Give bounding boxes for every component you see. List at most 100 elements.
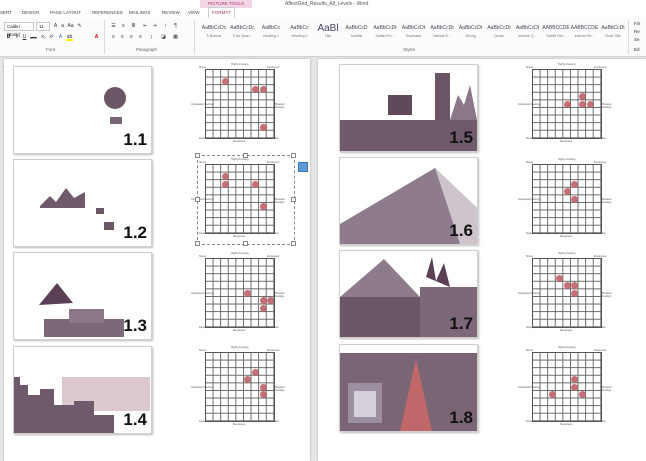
style-tile[interactable]: AaBbCcDt Subtle Em... [370, 21, 400, 45]
underline-button[interactable]: U [21, 34, 28, 41]
bold-button[interactable]: B [5, 34, 12, 41]
style-name: Quote [494, 34, 504, 38]
highlight-icon[interactable]: ab [66, 34, 73, 41]
tab-mailings[interactable]: MAILINGS [129, 8, 151, 18]
resize-handle[interactable] [291, 241, 296, 246]
level-screenshot[interactable]: 1.3 [13, 252, 152, 340]
style-sample: AaBbCcDc [201, 25, 227, 31]
decrease-indent-icon[interactable]: ⇤ [142, 23, 149, 30]
select-command[interactable]: Se [634, 37, 640, 42]
affect-grid[interactable]: Highly Arousing Sleepiness Unpleasant Feel… [518, 346, 612, 426]
shading-icon[interactable]: ◪ [160, 34, 167, 41]
affect-grid[interactable]: Highly Arousing Sleepiness Unpleasant Feel… [191, 63, 285, 143]
italic-button[interactable]: I [13, 34, 20, 41]
resize-handle[interactable] [195, 241, 200, 246]
tab-view[interactable]: VIEW [188, 8, 200, 18]
style-tile[interactable]: AaBbCcDt Intense E... [427, 21, 457, 45]
change-case-icon[interactable]: Aa [67, 23, 74, 30]
style-sample: AaBbCc [290, 25, 309, 31]
grid-cells [205, 352, 275, 422]
resize-handle[interactable] [195, 197, 200, 202]
strikethrough-button[interactable]: abc [30, 34, 37, 41]
font-color-button[interactable]: A [93, 34, 100, 41]
level-screenshot[interactable]: 1.1 [13, 66, 152, 154]
resize-handle[interactable] [291, 197, 296, 202]
affect-grid[interactable]: Highly Arousing Sleepiness Unpleasant Feel… [518, 252, 612, 332]
show-marks-button[interactable]: ¶ [172, 23, 179, 30]
bullets-icon[interactable]: ☰ [110, 23, 117, 30]
style-tile[interactable]: AaBbCcDt Strong [456, 21, 486, 45]
affect-grid[interactable]: Highly Arousing Sleepiness Unpleasant Feel… [518, 63, 612, 143]
grid-cells [532, 352, 602, 422]
align-left-icon[interactable]: ≡ [110, 34, 117, 41]
tab-page-layout[interactable]: PAGE LAYOUT [50, 8, 81, 18]
increase-indent-icon[interactable]: ⇥ [151, 23, 158, 30]
response-dot [578, 93, 586, 101]
style-tile[interactable]: AaBbCcDt Emphasis [399, 21, 429, 45]
sort-icon[interactable]: ↕ [162, 23, 169, 30]
clear-format-icon[interactable]: ✎ [76, 23, 83, 30]
response-dot [571, 282, 579, 290]
subscript-icon[interactable]: x₂ [40, 34, 47, 41]
justify-icon[interactable]: ≡ [137, 34, 144, 41]
text-effects-icon[interactable]: A [57, 34, 64, 41]
resize-handle[interactable] [243, 153, 248, 158]
picture-selection-frame[interactable] [197, 155, 295, 245]
tab-review[interactable]: REVIEW [162, 8, 180, 18]
scene-shape [104, 87, 126, 109]
affect-grid[interactable]: Highly Arousing Sleepiness Unpleasant Feel… [518, 158, 612, 238]
style-name: Heading 2 [291, 34, 308, 38]
style-tile[interactable]: AaBbCc Heading 2 [285, 21, 315, 45]
affect-grid[interactable]: Highly Arousing Sleepiness Unpleasant Feel… [191, 252, 285, 332]
replace-command[interactable]: Re [634, 29, 640, 34]
separator [104, 20, 105, 54]
numbering-icon[interactable]: ≡ [120, 23, 127, 30]
shrink-font-icon[interactable]: a [59, 23, 66, 30]
line-spacing-icon[interactable]: ↨ [148, 34, 155, 41]
style-tile[interactable]: AaBbCc Heading 1 [256, 21, 286, 45]
grid-axis-label: Pleasant Feelings [602, 103, 612, 109]
style-name: ¶ Normal [206, 34, 222, 38]
style-tile[interactable]: AaBbCcDt Intense Q... [513, 21, 543, 45]
multilevel-list-icon[interactable]: ≣ [130, 23, 137, 30]
style-sample: AaBl [317, 23, 339, 34]
grid-axis-label: Sleepiness [233, 423, 246, 426]
tab-insert[interactable]: SERT [0, 8, 12, 18]
font-name-box[interactable]: Calibri (Body) [4, 22, 34, 37]
level-screenshot[interactable]: 1.5 [339, 64, 478, 152]
style-tile[interactable]: AaBbCcDt Book Title [598, 21, 628, 45]
level-label: 1.5 [449, 128, 473, 147]
tab-references[interactable]: REFERENCES [92, 8, 123, 18]
level-screenshot[interactable]: 1.7 [339, 250, 478, 338]
resize-handle[interactable] [291, 153, 296, 158]
style-tile[interactable]: AaBl Title [313, 21, 343, 45]
affect-grid[interactable]: Highly Arousing Sleepiness Unpleasant Feel… [191, 346, 285, 426]
level-screenshot[interactable]: 1.4 [13, 346, 152, 434]
level-label: 1.6 [449, 221, 473, 240]
superscript-icon[interactable]: x² [48, 34, 55, 41]
font-size-box[interactable]: 11 [36, 22, 50, 31]
find-command[interactable]: Fin [634, 21, 640, 26]
resize-handle[interactable] [195, 153, 200, 158]
style-tile[interactable]: AaBbCcD Subtitle [342, 21, 372, 45]
grow-font-icon[interactable]: A [52, 23, 59, 30]
level-screenshot[interactable]: 1.2 [13, 159, 152, 247]
level-screenshot[interactable]: 1.6 [339, 157, 478, 245]
align-right-icon[interactable]: ≡ [128, 34, 135, 41]
style-tile[interactable]: AABBCCDE Intense Re... [570, 21, 600, 45]
style-tile[interactable]: AaBbCcDc ¶ Normal [199, 21, 229, 45]
borders-icon[interactable]: ▦ [172, 34, 179, 41]
align-center-icon[interactable]: ≡ [119, 34, 126, 41]
style-tile[interactable]: AaBbCcDt Quote [484, 21, 514, 45]
response-dot [259, 297, 267, 305]
level-screenshot[interactable]: 1.8 [339, 344, 478, 432]
grid-axis-label: Pleasant Feelings [602, 198, 612, 204]
tab-design[interactable]: DESIGN [22, 8, 39, 18]
style-tile[interactable]: AABBCCDE Subtle Ref... [541, 21, 571, 45]
grid-axis-label: Sleepiness [560, 235, 573, 238]
resize-handle[interactable] [243, 241, 248, 246]
grid-axis-label: Sleepiness [560, 140, 573, 143]
layout-options-icon[interactable] [298, 162, 308, 172]
style-name: Intense Re... [574, 34, 595, 38]
style-tile[interactable]: AaBbCcDc ¶ No Spac... [228, 21, 258, 45]
